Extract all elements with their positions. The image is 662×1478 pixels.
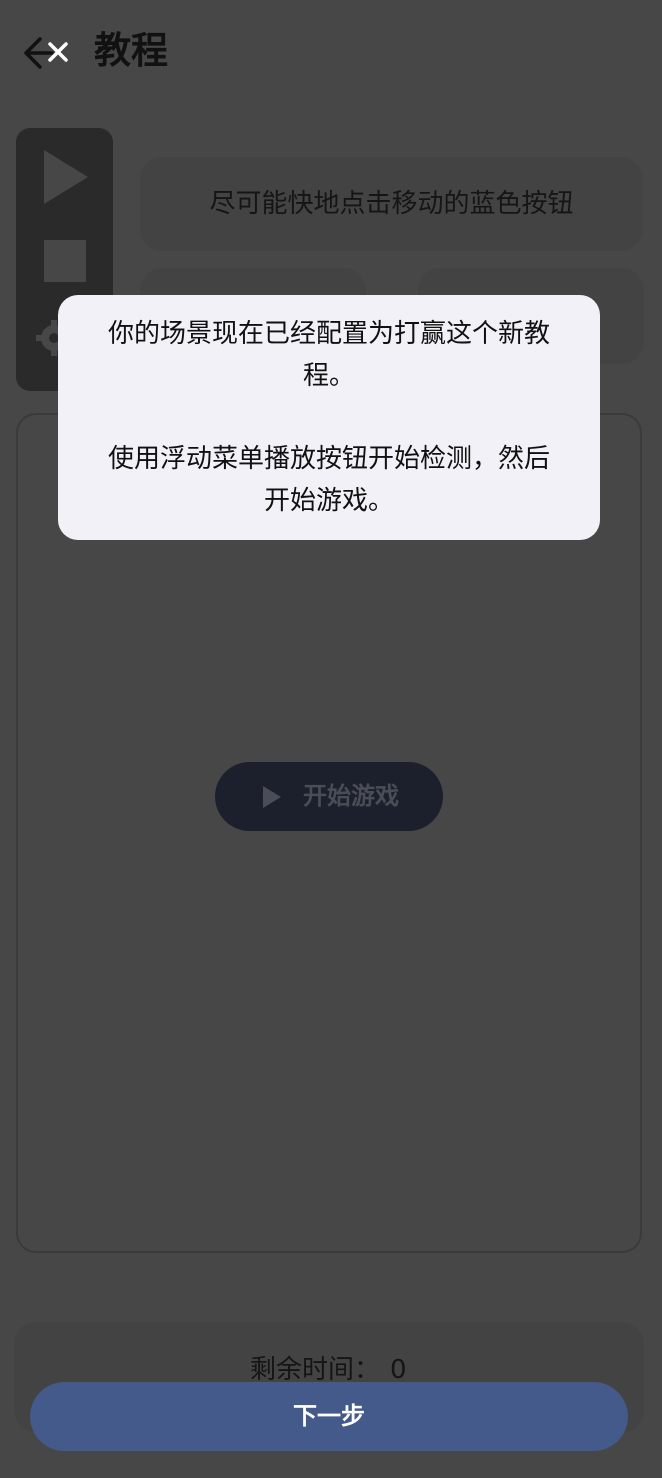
play-icon[interactable] xyxy=(44,150,88,204)
tooltip-line-4: 开始游戏。 xyxy=(263,486,394,516)
instruction-card: 尽可能快地点击移动的蓝色按钮 xyxy=(140,157,643,251)
play-icon xyxy=(263,786,281,808)
tooltip-line-3: 使用浮动菜单播放按钮开始检测，然后 xyxy=(107,444,550,474)
tutorial-screen: 教程 尽可能快地点击移动的蓝色按钮 开始游戏 剩余时间： 0 下一步 你的场景现… xyxy=(0,0,662,1478)
next-button[interactable]: 下一步 xyxy=(30,1382,628,1451)
tooltip-line-2: 程。 xyxy=(302,361,355,391)
tooltip-line-1: 你的场景现在已经配置为打赢这个新教 xyxy=(107,319,550,349)
instruction-text: 尽可能快地点击移动的蓝色按钮 xyxy=(209,189,574,219)
next-button-label: 下一步 xyxy=(293,1402,365,1430)
stop-icon[interactable] xyxy=(44,240,86,282)
arrow-left-icon xyxy=(24,37,68,69)
tutorial-tooltip: 你的场景现在已经配置为打赢这个新教 程。 使用浮动菜单播放按钮开始检测，然后 开… xyxy=(58,295,600,540)
start-game-label: 开始游戏 xyxy=(303,782,399,810)
start-game-button[interactable]: 开始游戏 xyxy=(215,762,443,831)
back-close-button[interactable] xyxy=(18,30,74,76)
page-title: 教程 xyxy=(94,29,168,72)
